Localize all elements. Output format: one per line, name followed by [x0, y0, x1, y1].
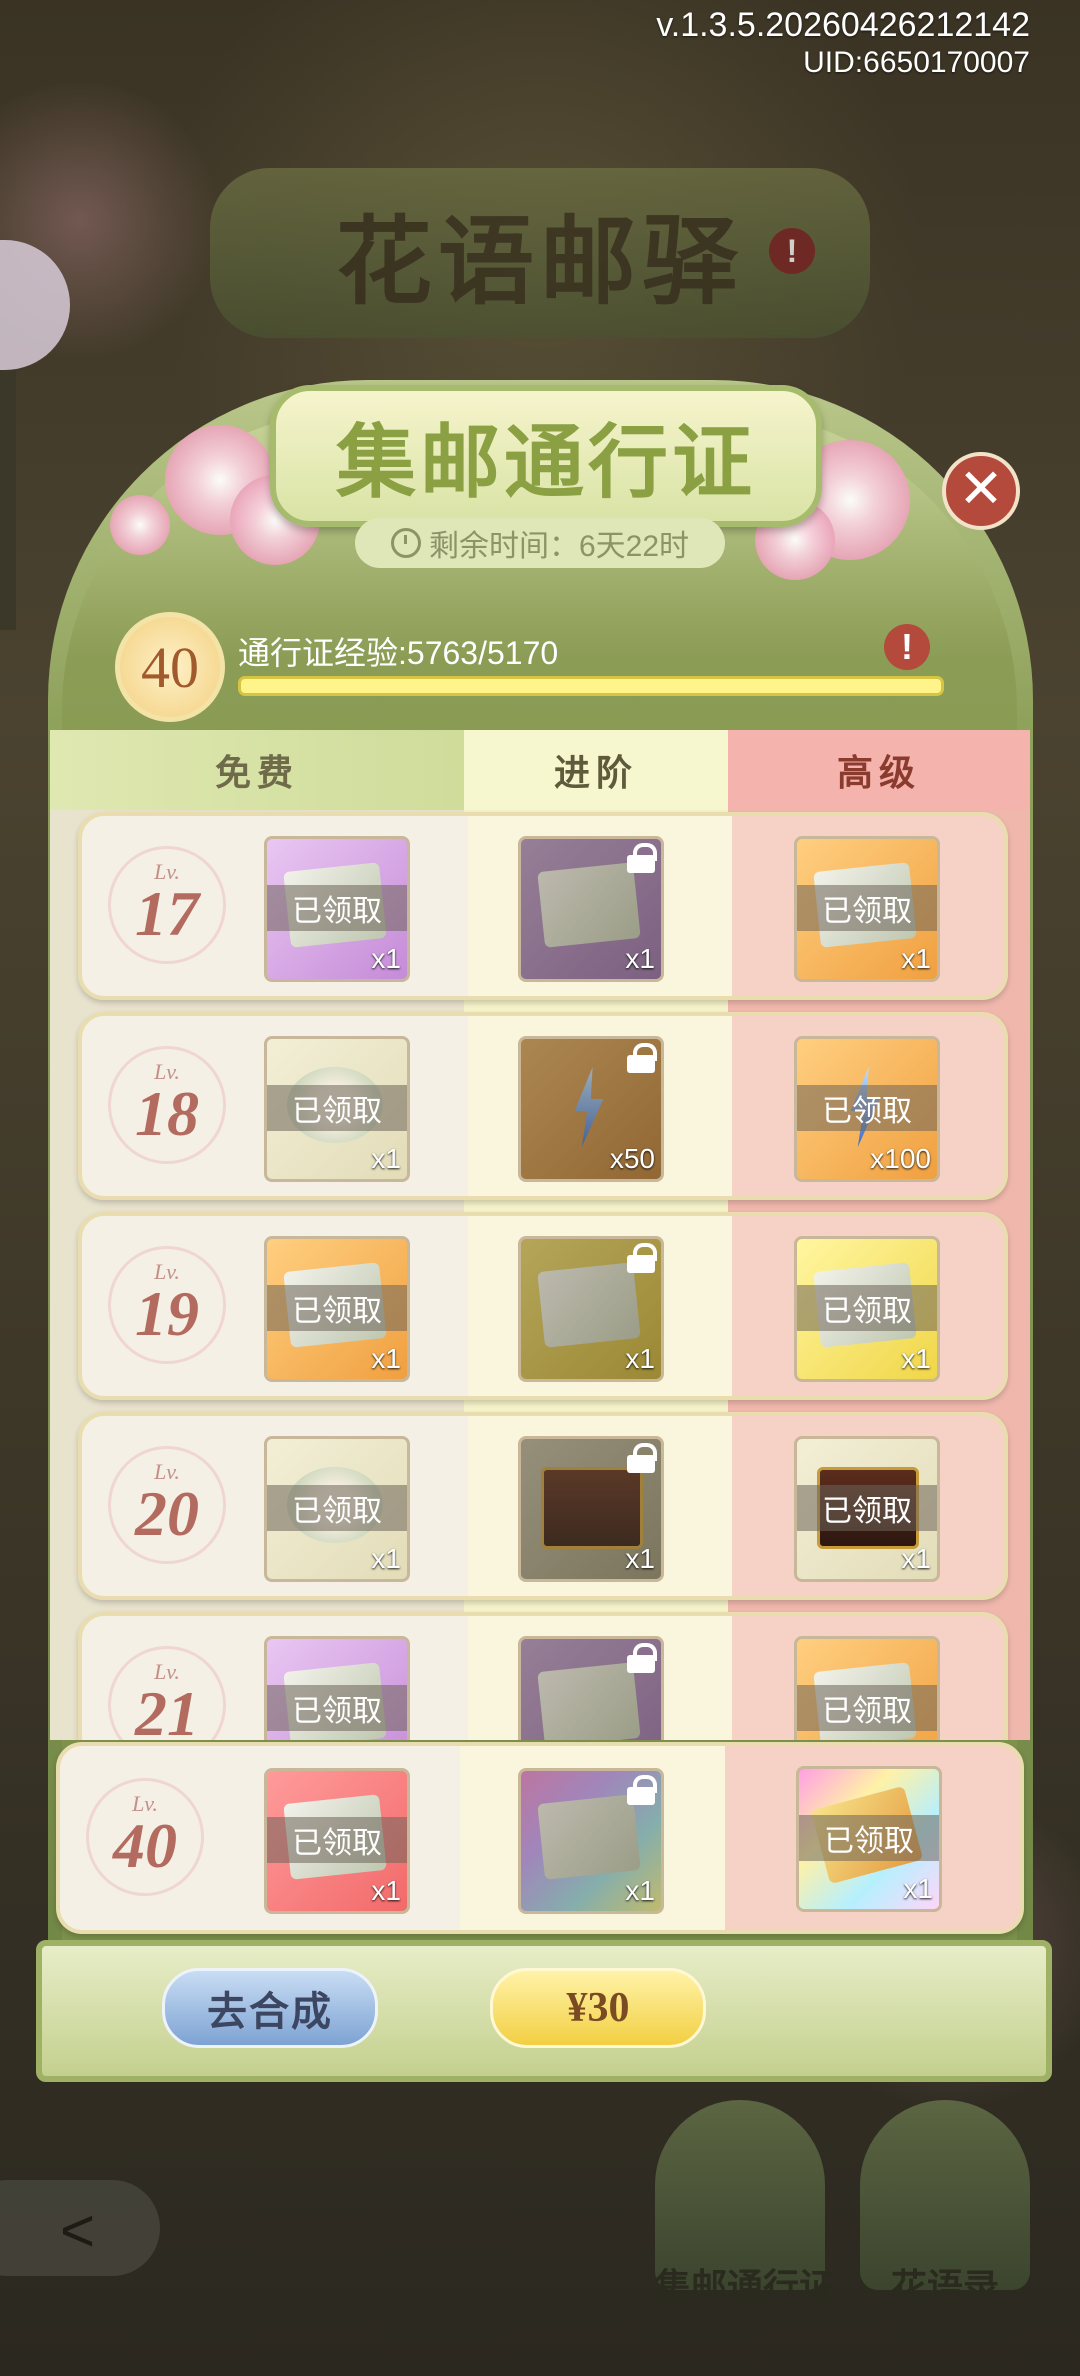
level-marker: Lv. 40: [86, 1778, 204, 1896]
version-text: v.1.3.5.20260426212142: [656, 6, 1030, 44]
claimed-badge: 已领取: [267, 1685, 407, 1731]
claimed-badge: 已领取: [267, 1485, 407, 1531]
column-advanced: 进阶: [464, 730, 728, 810]
alert-icon: !: [769, 228, 815, 274]
level-number: 17: [135, 878, 199, 949]
pass-title-plaque: 集邮通行证: [270, 385, 822, 527]
claimed-badge: 已领取: [267, 1085, 407, 1131]
back-button[interactable]: <: [0, 2180, 160, 2276]
back-arrow-icon: <: [60, 2197, 96, 2264]
reward-row: Lv. 18 已领取 x1 x50 已领取 x100: [78, 1012, 1008, 1200]
claimed-badge: 已领取: [797, 1485, 937, 1531]
synthesize-button[interactable]: 去合成: [162, 1968, 378, 2048]
premium-reward[interactable]: 已领取 x100: [794, 1036, 940, 1182]
uid-text: UID:6650170007: [803, 46, 1030, 79]
claimed-badge: 已领取: [797, 1685, 937, 1731]
lock-icon: [625, 1643, 657, 1673]
reward-qty: x1: [901, 1543, 931, 1574]
reward-qty: x1: [371, 943, 401, 974]
free-reward[interactable]: 已领取: [264, 1636, 410, 1740]
reward-qty: x1: [901, 1343, 931, 1374]
advanced-reward[interactable]: x1: [518, 1236, 664, 1382]
time-remaining-text: 剩余时间：6天22时: [428, 530, 690, 563]
reward-qty: x1: [625, 943, 655, 974]
lock-icon: [625, 1775, 657, 1805]
reward-qty: x1: [625, 1343, 655, 1374]
pass-level-badge: 40: [115, 612, 225, 722]
reward-qty: x1: [371, 1343, 401, 1374]
reward-qty: x1: [625, 1875, 655, 1906]
free-reward[interactable]: 已领取 x1: [264, 1436, 410, 1582]
reward-qty: x1: [903, 1873, 933, 1904]
version-info: v.1.3.5.20260426212142 UID:6650170007: [656, 6, 1030, 82]
free-reward[interactable]: 已领取 x1: [264, 1036, 410, 1182]
pass-exp-bar: [238, 676, 944, 696]
bottom-action-bar: 去合成 ¥30: [36, 1940, 1052, 2082]
close-button[interactable]: ✕: [942, 452, 1020, 530]
premium-reward[interactable]: 已领取: [794, 1636, 940, 1740]
advanced-reward[interactable]: x1: [518, 836, 664, 982]
purchase-button[interactable]: ¥30: [490, 1968, 706, 2048]
level-number: 19: [135, 1278, 199, 1349]
reward-qty: x50: [609, 1143, 655, 1174]
column-premium: 高级: [728, 730, 1030, 810]
side-strip: [0, 370, 16, 630]
level-marker: Lv. 21: [108, 1646, 226, 1740]
column-free: 免费: [50, 730, 464, 810]
advanced-reward[interactable]: x1: [518, 1768, 664, 1914]
nav-flower-language-label: 花语录: [890, 2266, 999, 2307]
lock-icon: [625, 1043, 657, 1073]
reward-list[interactable]: Lv. 17 已领取 x1 x1 已领取 x1 Lv. 18 已领取 x1 x5…: [50, 810, 1030, 1740]
free-reward[interactable]: 已领取 x1: [264, 1236, 410, 1382]
claimed-badge: 已领取: [797, 1085, 937, 1131]
free-reward[interactable]: 已领取 x1: [264, 1768, 410, 1914]
background-title-banner: 花语邮驿 !: [210, 168, 870, 338]
time-remaining: 剩余时间：6天22时: [355, 518, 725, 568]
advanced-reward[interactable]: x1: [518, 1436, 664, 1582]
level-marker: Lv. 18: [108, 1046, 226, 1164]
column-header: 免费 进阶 高级: [50, 730, 1030, 810]
free-reward[interactable]: 已领取 x1: [264, 836, 410, 982]
claimed-badge: 已领取: [267, 885, 407, 931]
reward-row: Lv. 21 已领取 已领取: [78, 1612, 1008, 1740]
advanced-reward[interactable]: [518, 1636, 664, 1740]
reward-qty: x100: [870, 1143, 931, 1174]
reward-qty: x1: [371, 1143, 401, 1174]
level-number: 40: [113, 1810, 177, 1881]
reward-qty: x1: [625, 1543, 655, 1574]
reward-qty: x1: [901, 943, 931, 974]
advanced-reward[interactable]: x50: [518, 1036, 664, 1182]
claimed-badge: 已领取: [799, 1815, 939, 1861]
pinned-reward-row: Lv. 40 已领取 x1 x1 已领取 x1: [56, 1742, 1024, 1934]
reward-row: Lv. 20 已领取 x1 x1 已领取 x1: [78, 1412, 1008, 1600]
reward-row: Lv. 17 已领取 x1 x1 已领取 x1: [78, 812, 1008, 1000]
premium-reward[interactable]: 已领取 x1: [794, 836, 940, 982]
reward-qty: x1: [371, 1543, 401, 1574]
claimed-badge: 已领取: [267, 1817, 407, 1863]
level-marker: Lv. 20: [108, 1446, 226, 1564]
pass-exp-label: 通行证经验:5763/5170: [238, 635, 559, 671]
claimed-badge: 已领取: [267, 1285, 407, 1331]
level-marker: Lv. 19: [108, 1246, 226, 1364]
lock-icon: [625, 1243, 657, 1273]
level-marker: Lv. 17: [108, 846, 226, 964]
claimed-badge: 已领取: [797, 1285, 937, 1331]
premium-reward[interactable]: 已领取 x1: [796, 1766, 942, 1912]
background-title: 花语邮驿: [336, 208, 744, 316]
claimed-badge: 已领取: [797, 885, 937, 931]
level-number: 18: [135, 1078, 199, 1149]
lock-icon: [625, 843, 657, 873]
premium-reward[interactable]: 已领取 x1: [794, 1436, 940, 1582]
flower-decoration: [110, 495, 170, 555]
lock-icon: [625, 1443, 657, 1473]
level-number: 21: [135, 1678, 199, 1740]
nav-stamp-pass-label: 集邮通行证: [654, 2266, 835, 2307]
info-button[interactable]: !: [884, 624, 930, 670]
level-number: 20: [135, 1478, 199, 1549]
clock-icon: [390, 528, 421, 558]
reward-qty: x1: [371, 1875, 401, 1906]
reward-row: Lv. 19 已领取 x1 x1 已领取 x1: [78, 1212, 1008, 1400]
pass-title: 集邮通行证: [336, 420, 756, 508]
premium-reward[interactable]: 已领取 x1: [794, 1236, 940, 1382]
